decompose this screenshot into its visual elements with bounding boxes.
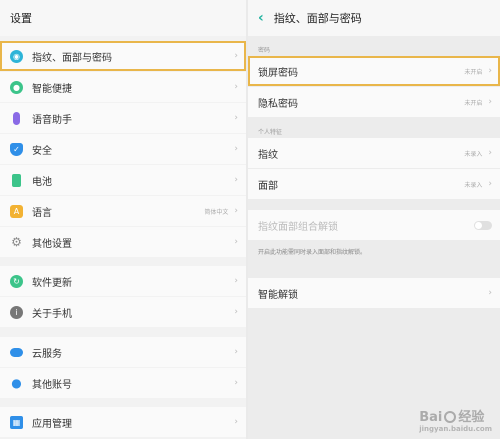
chevron-right-icon: ›	[488, 179, 492, 189]
lock-screen-password-item[interactable]: 锁屏密码 未开启 ›	[248, 56, 500, 86]
settings-item-accounts[interactable]: ● 其他账号 ›	[0, 368, 246, 398]
chevron-right-icon: ›	[234, 51, 238, 61]
item-label: 关于手机	[32, 308, 72, 320]
watermark-url: jingyan.baidu.com	[419, 425, 492, 433]
item-label: 隐私密码	[258, 98, 298, 110]
settings-item-language[interactable]: A 语言 简体中文 ›	[0, 196, 246, 226]
gear-icon: ⚙	[11, 235, 22, 249]
fingerprint-icon: ◉	[10, 49, 23, 63]
item-label: 电池	[32, 176, 52, 188]
fingerprint-item[interactable]: 指纹 未录入 ›	[248, 138, 500, 168]
privacy-password-item[interactable]: 隐私密码 未开启 ›	[248, 87, 500, 117]
item-label: 应用管理	[32, 418, 72, 430]
paw-icon	[444, 411, 457, 423]
chevron-right-icon: ›	[488, 66, 492, 76]
chevron-right-icon: ›	[234, 276, 238, 286]
fingerprint-face-password-pane: ‹ 指纹、面部与密码 密码 锁屏密码 未开启 › 隐私密码 未开启 › 个人特征…	[248, 0, 500, 439]
chevron-right-icon: ›	[234, 378, 238, 388]
battery-icon	[12, 173, 21, 187]
item-value: 未录入	[464, 150, 483, 158]
chevron-right-icon: ›	[234, 347, 238, 357]
item-label: 智能便捷	[32, 83, 72, 95]
item-label: 指纹面部组合解锁	[258, 221, 338, 233]
settings-item-cloud[interactable]: 云服务 ›	[0, 337, 246, 367]
item-label: 云服务	[32, 348, 62, 360]
item-label: 其他设置	[32, 238, 72, 250]
chevron-right-icon: ›	[234, 206, 238, 216]
settings-item-other[interactable]: ⚙ 其他设置 ›	[0, 227, 246, 257]
item-label: 锁屏密码	[258, 67, 298, 79]
item-label: 面部	[258, 180, 278, 192]
settings-item-smart[interactable]: ● 智能便捷 ›	[0, 72, 246, 102]
page-title: 设置	[10, 12, 32, 25]
chevron-right-icon: ›	[488, 97, 492, 107]
baidu-jingyan-watermark: Bai 经验 jingyan.baidu.com	[419, 406, 492, 433]
combo-unlock-item[interactable]: 指纹面部组合解锁	[248, 210, 500, 240]
chevron-right-icon: ›	[234, 307, 238, 317]
section-label-password: 密码	[258, 47, 271, 54]
detail-header: ‹ 指纹、面部与密码	[248, 0, 500, 36]
item-label: 指纹、面部与密码	[32, 52, 112, 64]
item-label: 指纹	[258, 149, 278, 161]
settings-pane: 设置 ◉ 指纹、面部与密码 › ● 智能便捷 › 语音助手 › ✓ 安全 › 电…	[0, 0, 246, 439]
item-value: 未开启	[464, 99, 483, 107]
settings-header: 设置	[0, 0, 246, 36]
watermark-text: Bai	[419, 410, 443, 425]
item-label: 语音助手	[32, 114, 72, 126]
item-label: 其他账号	[32, 379, 72, 391]
cloud-icon	[10, 347, 23, 357]
settings-item-apps[interactable]: ▦ 应用管理 ›	[0, 407, 246, 437]
watermark-text-2: 经验	[458, 410, 485, 425]
section-label-biometrics: 个人特征	[258, 129, 283, 136]
language-icon: A	[10, 204, 23, 218]
settings-item-fingerprint-face-password[interactable]: ◉ 指纹、面部与密码 ›	[0, 41, 246, 71]
smart-unlock-item[interactable]: 智能解锁 ›	[248, 278, 500, 308]
item-label: 软件更新	[32, 277, 72, 289]
item-value: 未开启	[464, 68, 483, 76]
account-icon: ●	[11, 376, 22, 390]
update-icon: ↻	[10, 274, 23, 288]
chevron-right-icon: ›	[234, 417, 238, 427]
item-label: 智能解锁	[258, 289, 298, 301]
shield-icon: ✓	[10, 142, 23, 156]
settings-item-voice[interactable]: 语音助手 ›	[0, 103, 246, 133]
back-arrow-icon[interactable]: ‹	[258, 10, 264, 26]
settings-item-update[interactable]: ↻ 软件更新 ›	[0, 266, 246, 296]
smart-icon: ●	[10, 80, 23, 94]
settings-item-battery[interactable]: 电池 ›	[0, 165, 246, 195]
apps-icon: ▦	[10, 415, 23, 429]
microphone-icon	[13, 111, 20, 125]
item-label: 语言	[32, 207, 52, 219]
combo-unlock-note: 开启此功能需同时录入面部和指纹解锁。	[258, 249, 367, 256]
settings-item-security[interactable]: ✓ 安全 ›	[0, 134, 246, 164]
chevron-right-icon: ›	[234, 237, 238, 247]
chevron-right-icon: ›	[234, 144, 238, 154]
chevron-right-icon: ›	[234, 113, 238, 123]
chevron-right-icon: ›	[234, 175, 238, 185]
face-item[interactable]: 面部 未录入 ›	[248, 169, 500, 199]
item-value: 简体中文	[204, 208, 229, 216]
settings-item-about[interactable]: i 关于手机 ›	[0, 297, 246, 327]
chevron-right-icon: ›	[488, 148, 492, 158]
combo-unlock-toggle[interactable]	[474, 220, 492, 230]
item-label: 安全	[32, 145, 52, 157]
item-value: 未录入	[464, 181, 483, 189]
detail-title: 指纹、面部与密码	[273, 12, 362, 25]
chevron-right-icon: ›	[234, 82, 238, 92]
info-icon: i	[10, 305, 23, 319]
chevron-right-icon: ›	[488, 288, 492, 298]
